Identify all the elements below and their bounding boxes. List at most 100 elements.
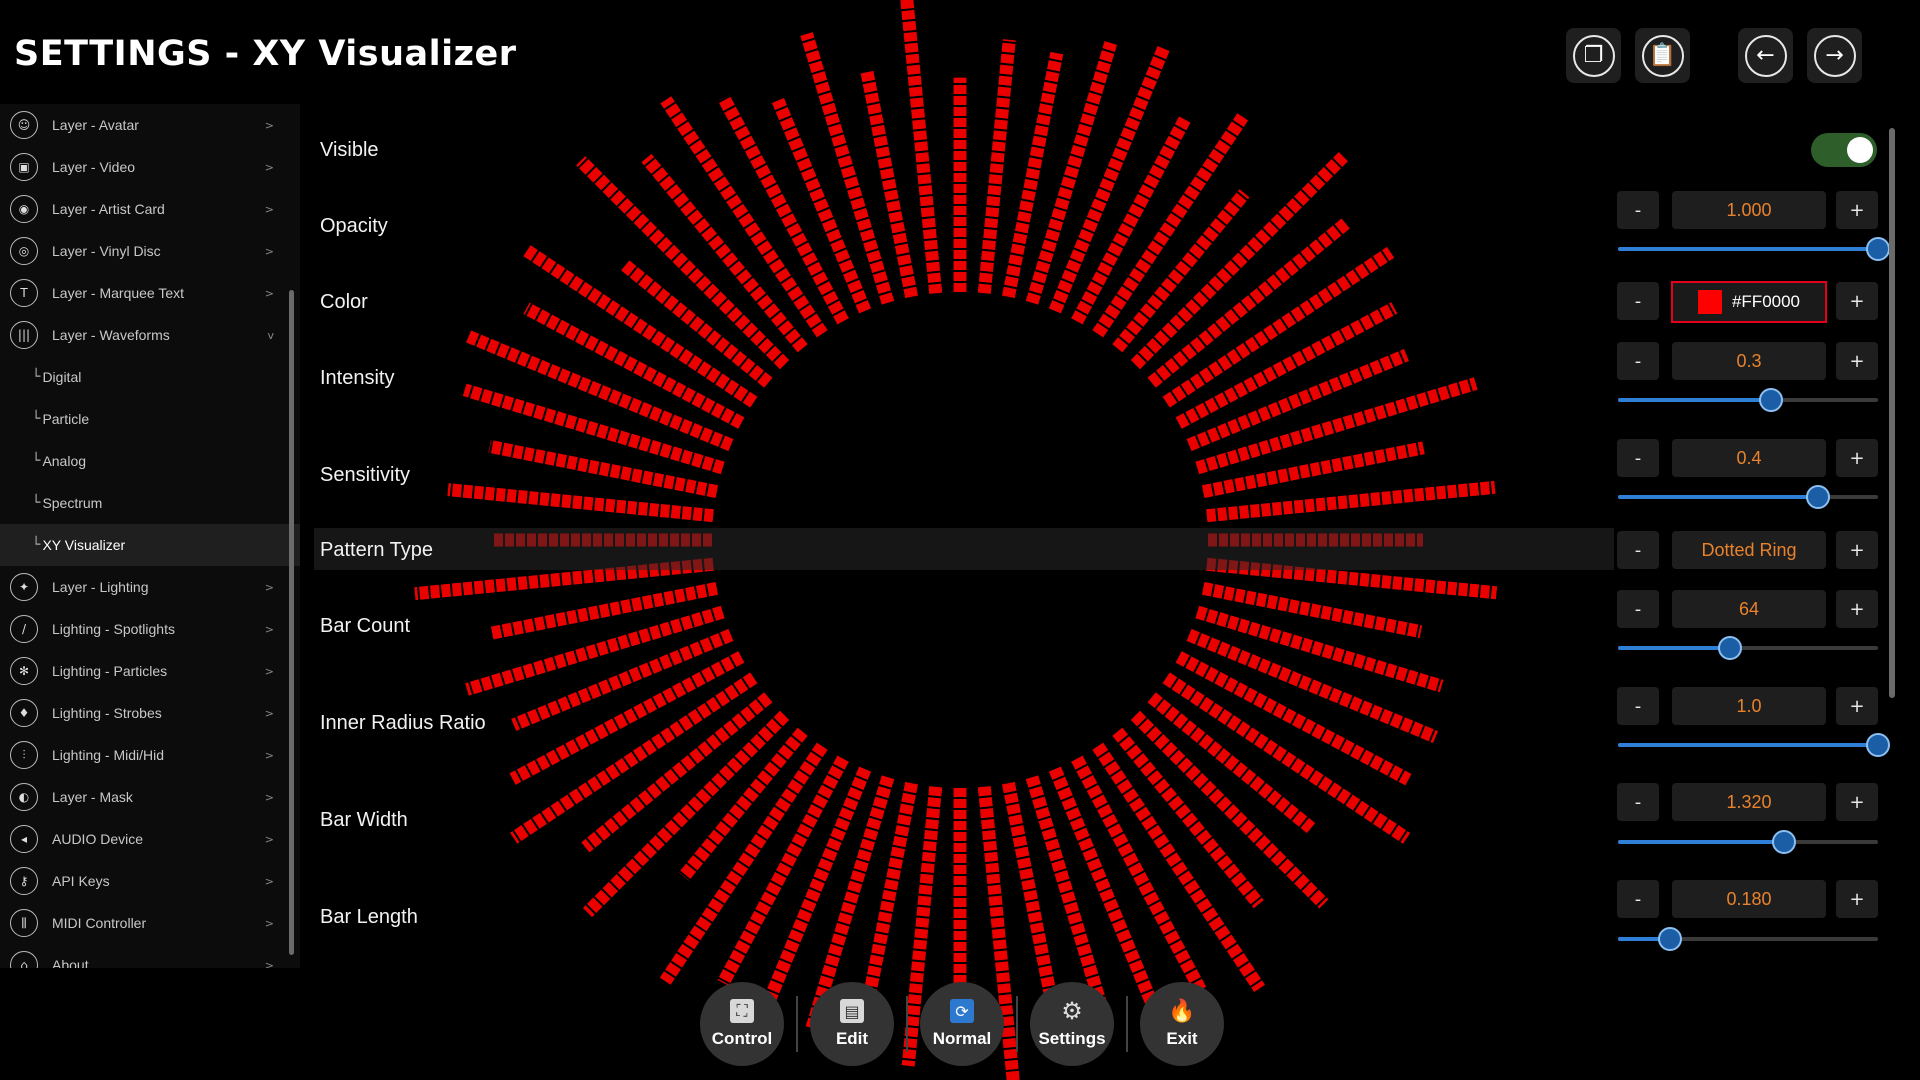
inner-radius-ratio-decrement-button[interactable]: -: [1617, 687, 1659, 725]
sidebar-item-label: Layer - Lighting: [52, 579, 149, 595]
opacity-slider[interactable]: [1618, 237, 1890, 261]
sidebar-subitem-spectrum[interactable]: └ Spectrum: [0, 482, 300, 524]
bar-width-increment-button[interactable]: +: [1836, 783, 1878, 821]
intensity-value[interactable]: 0.3: [1672, 342, 1826, 380]
opacity-increment-button[interactable]: +: [1836, 191, 1878, 229]
sidebar-subitem-xy-visualizer[interactable]: └ XY Visualizer: [0, 524, 300, 566]
back-button[interactable]: ←: [1738, 28, 1793, 83]
slider-thumb[interactable]: [1866, 237, 1890, 261]
paste-icon: 📋: [1641, 34, 1684, 77]
sidebar-subitem-analog[interactable]: └ Analog: [0, 440, 300, 482]
edit-icon: ▤: [840, 999, 864, 1023]
pattern-type-label: Pattern Type: [320, 539, 434, 561]
mask-icon: ◐: [10, 783, 38, 811]
sidebar-item-lighting-spotlights[interactable]: / Lighting - Spotlights >: [0, 608, 300, 650]
slider-thumb[interactable]: [1717, 636, 1742, 660]
sidebar-item-layer-vinyl-disc[interactable]: ◎ Layer - Vinyl Disc >: [0, 230, 300, 272]
bulb-icon: ✦: [10, 573, 38, 601]
fire-icon: 🔥: [1168, 998, 1196, 1024]
sidebar-item-layer-artist-card[interactable]: ◉ Layer - Artist Card >: [0, 188, 300, 230]
sidebar-item-layer-mask[interactable]: ◐ Layer - Mask >: [0, 776, 300, 818]
bar-count-increment-button[interactable]: +: [1836, 590, 1878, 628]
bar-count-value[interactable]: 64: [1672, 590, 1826, 628]
sidebar-item-layer-avatar[interactable]: ☺ Layer - Avatar >: [0, 104, 300, 146]
sensitivity-slider[interactable]: [1618, 485, 1878, 509]
intensity-slider[interactable]: [1618, 388, 1878, 412]
sidebar-item-layer-waveforms[interactable]: ||| Layer - Waveforms v: [0, 314, 300, 356]
intensity-decrement-button[interactable]: -: [1617, 342, 1659, 380]
settings-button[interactable]: ⚙ Settings: [1030, 982, 1114, 1066]
color-increment-button[interactable]: +: [1836, 282, 1878, 320]
visualizer-bar: [1206, 480, 1496, 523]
slider-thumb[interactable]: [1658, 927, 1682, 951]
refresh-icon: ⟳: [950, 999, 974, 1023]
copy-button[interactable]: ❐: [1566, 28, 1621, 83]
chevron-right-icon: >: [264, 118, 274, 132]
sidebar-item-layer-video[interactable]: ▣ Layer - Video >: [0, 146, 300, 188]
sensitivity-decrement-button[interactable]: -: [1617, 439, 1659, 477]
visualizer-bar: [860, 69, 918, 299]
chevron-right-icon: >: [264, 622, 274, 636]
inner-radius-ratio-value[interactable]: 1.0: [1672, 687, 1826, 725]
slider-thumb[interactable]: [1866, 733, 1890, 757]
bar-length-increment-button[interactable]: +: [1836, 880, 1878, 918]
edit-button[interactable]: ▤ Edit: [810, 982, 894, 1066]
bar-count-decrement-button[interactable]: -: [1617, 590, 1659, 628]
control-icon: ⛶: [730, 999, 754, 1023]
sidebar-item-audio-device[interactable]: ◂ AUDIO Device >: [0, 818, 300, 860]
bar-width-decrement-button[interactable]: -: [1617, 783, 1659, 821]
visible-toggle[interactable]: [1811, 133, 1877, 167]
color-label: Color: [320, 291, 368, 313]
sidebar-subitem-particle[interactable]: └ Particle: [0, 398, 300, 440]
paste-button[interactable]: 📋: [1635, 28, 1690, 83]
sensitivity-value[interactable]: 0.4: [1672, 439, 1826, 477]
sidebar-item-lighting-strobes[interactable]: ♦ Lighting - Strobes >: [0, 692, 300, 734]
sidebar-item-api-keys[interactable]: ⚷ API Keys >: [0, 860, 300, 902]
sidebar-scrollbar[interactable]: [289, 290, 294, 955]
pattern-type-value[interactable]: Dotted Ring: [1672, 531, 1826, 569]
bar-count-slider[interactable]: [1618, 636, 1878, 660]
sidebar-item-lighting-particles[interactable]: ✻ Lighting - Particles >: [0, 650, 300, 692]
color-picker[interactable]: #FF0000: [1671, 281, 1827, 323]
settings-scrollbar[interactable]: [1889, 128, 1895, 698]
sidebar-item-label: Lighting - Midi/Hid: [52, 747, 165, 763]
sidebar-item-layer-lighting[interactable]: ✦ Layer - Lighting >: [0, 566, 300, 608]
sensitivity-increment-button[interactable]: +: [1836, 439, 1878, 477]
opacity-decrement-button[interactable]: -: [1617, 191, 1659, 229]
inner-radius-ratio-slider[interactable]: [1618, 733, 1890, 757]
sidebar-item-layer-marquee-text[interactable]: T Layer - Marquee Text >: [0, 272, 300, 314]
control-button[interactable]: ⛶ Control: [700, 982, 784, 1066]
pattern-type-next-button[interactable]: +: [1836, 531, 1878, 569]
sidebar-item-midi-controller[interactable]: ⫼ MIDI Controller >: [0, 902, 300, 944]
opacity-value[interactable]: 1.000: [1672, 191, 1826, 229]
sidebar-item-label: Particle: [42, 411, 90, 427]
visible-label: Visible: [320, 139, 379, 161]
slider-thumb[interactable]: [1806, 485, 1831, 509]
inner-radius-ratio-increment-button[interactable]: +: [1836, 687, 1878, 725]
sidebar-subitem-digital[interactable]: └ Digital: [0, 356, 300, 398]
intensity-increment-button[interactable]: +: [1836, 342, 1878, 380]
visualizer-bar: [576, 156, 790, 370]
normal-button[interactable]: ⟳ Normal: [920, 982, 1004, 1066]
sidebar-item-lighting-midi-hid[interactable]: ⫶ Lighting - Midi/Hid >: [0, 734, 300, 776]
sidebar-item-label: Layer - Avatar: [52, 117, 139, 133]
bar-width-value[interactable]: 1.320: [1672, 783, 1826, 821]
arrow-right-icon: →: [1813, 34, 1856, 77]
bar-length-slider[interactable]: [1618, 927, 1878, 951]
sidebar-item-label: Layer - Marquee Text: [52, 285, 185, 301]
sidebar-item-label: API Keys: [52, 873, 110, 889]
edit-label: Edit: [835, 1029, 869, 1048]
pattern-type-prev-button[interactable]: -: [1617, 531, 1659, 569]
bar-length-decrement-button[interactable]: -: [1617, 880, 1659, 918]
exit-button[interactable]: 🔥 Exit: [1140, 982, 1224, 1066]
bar-width-slider[interactable]: [1618, 830, 1878, 854]
forward-button[interactable]: →: [1807, 28, 1862, 83]
copy-icon: ❐: [1572, 34, 1615, 77]
slider-fill: [1618, 247, 1878, 251]
chevron-right-icon: >: [264, 160, 274, 174]
bar-length-value[interactable]: 0.180: [1672, 880, 1826, 918]
tree-branch: └: [32, 537, 41, 553]
sidebar-item-about[interactable]: ⌂ About >: [0, 944, 300, 968]
color-decrement-button[interactable]: -: [1617, 282, 1659, 320]
chevron-right-icon: >: [264, 916, 274, 930]
